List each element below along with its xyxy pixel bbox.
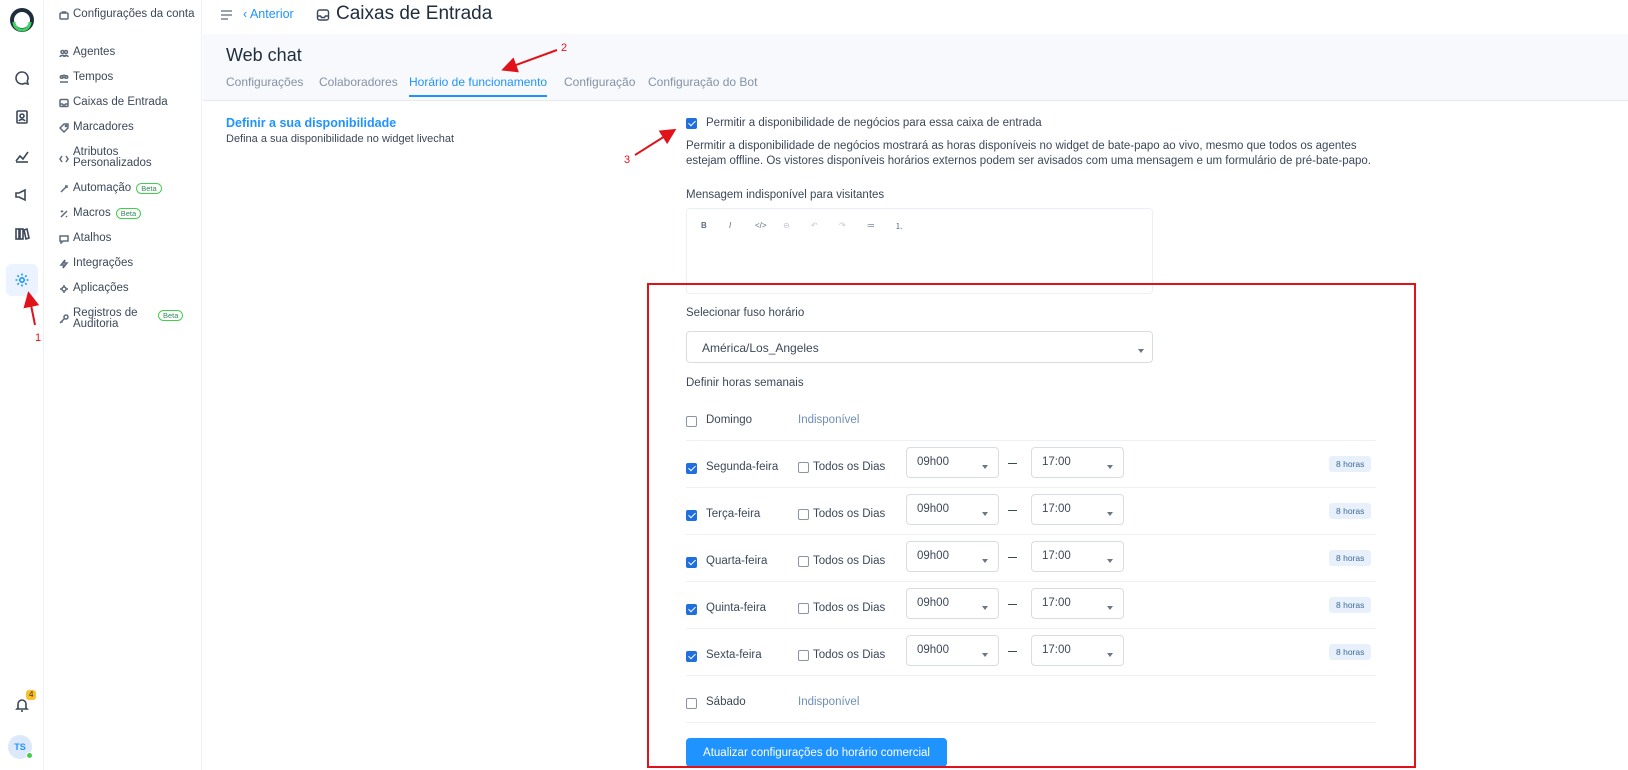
enable-business-hours-checkbox[interactable] bbox=[686, 117, 697, 129]
tab-business-hours[interactable]: Horário de funcionamento bbox=[409, 75, 548, 97]
sidebar-item-account-settings[interactable]: Configurações da conta bbox=[59, 8, 199, 20]
tab-configuration[interactable]: Configuração bbox=[564, 75, 635, 95]
code-icon bbox=[59, 154, 69, 164]
inbox-icon bbox=[316, 9, 330, 21]
undo-icon[interactable]: ↶ bbox=[811, 221, 818, 230]
sidebar-item-label: Configurações da conta bbox=[73, 8, 195, 20]
automation-icon bbox=[59, 184, 69, 194]
conversations-icon[interactable] bbox=[6, 62, 38, 94]
inbox-icon bbox=[59, 98, 69, 108]
primary-nav-rail: 4 TS bbox=[0, 0, 44, 770]
tab-bot-configuration[interactable]: Configuração do Bot bbox=[648, 75, 757, 95]
bullet-list-icon[interactable]: ≔ bbox=[867, 221, 875, 230]
campaigns-icon[interactable] bbox=[6, 179, 38, 211]
sidebar-item-applications[interactable]: Aplicações bbox=[59, 282, 199, 294]
enable-business-hours-label: Permitir a disponibilidade de negócios p… bbox=[706, 117, 1042, 129]
tab-settings[interactable]: Configurações bbox=[226, 75, 303, 95]
sidebar-item-label: Marcadores bbox=[73, 121, 134, 133]
settings-sidebar: Configurações da conta Agentes Tempos Ca… bbox=[45, 0, 202, 770]
key-icon bbox=[59, 314, 69, 324]
sidebar-item-label: Tempos bbox=[73, 71, 114, 83]
sidebar-item-label: Caixas de Entrada bbox=[73, 96, 168, 108]
tag-icon bbox=[58, 123, 69, 134]
sidebar-item-label: Aplicações bbox=[73, 282, 129, 294]
sidebar-item-automation[interactable]: Automação Beta bbox=[59, 182, 199, 194]
unavailable-message-editor[interactable]: B I </> ⊖ ↶ ↷ ≔ ⒈ bbox=[686, 208, 1153, 294]
sidebar-item-labels[interactable]: Marcadores bbox=[58, 121, 199, 134]
bold-icon[interactable]: B bbox=[701, 221, 707, 230]
enable-business-hours-help: Permitir a disponibilidade de negócios m… bbox=[686, 140, 1372, 167]
inbox-name: Web chat bbox=[226, 45, 302, 65]
flash-icon bbox=[59, 259, 69, 269]
annotation-label-3: 3 bbox=[624, 154, 631, 166]
beta-badge: Beta bbox=[115, 208, 142, 219]
sidebar-item-audit-logs[interactable]: Registros de Auditoria Beta bbox=[59, 307, 199, 330]
reports-icon[interactable] bbox=[6, 140, 38, 172]
beta-badge: Beta bbox=[136, 183, 162, 194]
online-status-dot bbox=[26, 752, 33, 759]
chat-shortcut-icon bbox=[59, 234, 69, 245]
sidebar-item-label: Integrações bbox=[73, 257, 134, 269]
sidebar-item-agents[interactable]: Agentes bbox=[59, 46, 199, 58]
sidebar-item-inboxes[interactable]: Caixas de Entrada bbox=[59, 96, 199, 108]
redo-icon[interactable]: ↷ bbox=[839, 221, 846, 230]
beta-badge: Beta bbox=[158, 310, 184, 321]
menu-icon[interactable] bbox=[221, 10, 232, 20]
settings-icon[interactable] bbox=[6, 264, 38, 296]
page-header: ‹ Anterior Caixas de Entrada bbox=[203, 0, 1628, 34]
italic-icon[interactable]: I bbox=[729, 221, 731, 230]
page-title: Caixas de Entrada bbox=[336, 3, 493, 24]
back-button[interactable]: ‹ Anterior bbox=[243, 7, 294, 21]
numbered-list-icon[interactable]: ⒈ bbox=[895, 221, 903, 232]
people-icon bbox=[59, 48, 69, 58]
macro-icon bbox=[59, 209, 69, 219]
annotation-label-1: 1 bbox=[35, 332, 42, 344]
section-description: Defina a sua disponibilidade no widget l… bbox=[226, 133, 455, 145]
sidebar-item-label: Agentes bbox=[73, 46, 116, 58]
library-icon[interactable] bbox=[6, 218, 38, 250]
annotation-arrow-3 bbox=[634, 128, 677, 156]
link-icon[interactable]: ⊖ bbox=[783, 221, 790, 230]
sidebar-item-custom-attributes[interactable]: Atributos Personalizados bbox=[59, 146, 199, 169]
sidebar-item-integrations[interactable]: Integrações bbox=[59, 257, 199, 269]
section-title: Definir a sua disponibilidade bbox=[226, 116, 397, 130]
unavailable-message-label: Mensagem indisponível para visitantes bbox=[686, 189, 885, 201]
contacts-icon[interactable] bbox=[6, 101, 38, 133]
team-icon bbox=[59, 73, 69, 83]
sidebar-item-label: Macros bbox=[73, 207, 111, 219]
sidebar-item-label: Atalhos bbox=[73, 232, 112, 244]
inbox-settings-header: Web chat Configurações Colaboradores Hor… bbox=[203, 34, 1628, 101]
annotation-highlight-box bbox=[647, 283, 1416, 768]
notifications-badge: 4 bbox=[26, 690, 37, 700]
code-icon[interactable]: </> bbox=[755, 221, 767, 230]
annotation-label-2: 2 bbox=[561, 42, 568, 54]
sidebar-item-macros[interactable]: Macros Beta bbox=[59, 207, 199, 219]
app-logo[interactable] bbox=[8, 6, 36, 34]
tab-collaborators[interactable]: Colaboradores bbox=[319, 75, 398, 95]
briefcase-icon bbox=[59, 10, 69, 20]
sidebar-item-label: Registros de Auditoria bbox=[73, 307, 138, 330]
apps-icon bbox=[59, 284, 69, 294]
back-label: Anterior bbox=[249, 7, 294, 21]
sidebar-item-teams[interactable]: Tempos bbox=[59, 71, 199, 83]
sidebar-item-label: Atributos Personalizados bbox=[73, 146, 152, 169]
enable-business-hours-toggle[interactable]: Permitir a disponibilidade de negócios p… bbox=[686, 117, 1042, 129]
sidebar-item-canned-responses[interactable]: Atalhos bbox=[59, 232, 199, 245]
sidebar-item-label: Automação bbox=[73, 182, 132, 194]
